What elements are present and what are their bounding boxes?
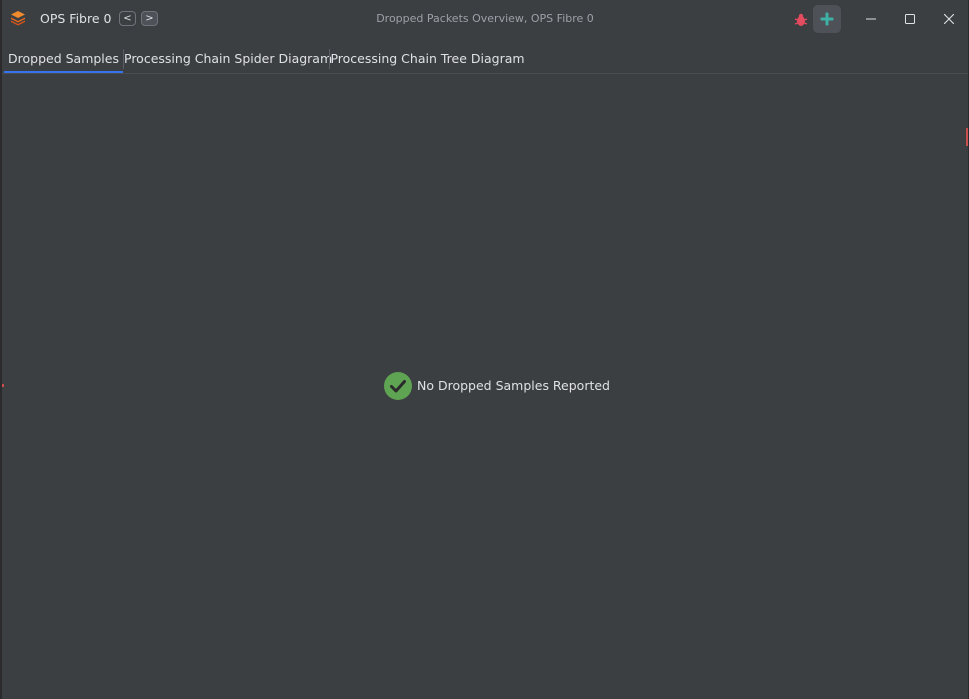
add-button[interactable] [813,5,841,33]
check-circle-icon [383,371,413,401]
title-bar[interactable]: OPS Fibre 0 < > Dropped Packets Overview… [2,0,968,38]
minimize-icon [866,18,876,20]
edge-marker [2,384,4,387]
tab-processing-chain-tree-diagram[interactable]: Processing Chain Tree Diagram [330,44,525,73]
maximize-button[interactable] [900,9,920,29]
minimize-button[interactable] [861,9,881,29]
maximize-icon [905,14,915,24]
edge-marker [966,128,968,146]
app-window: OPS Fibre 0 < > Dropped Packets Overview… [0,0,969,699]
forward-button[interactable]: > [141,11,158,26]
close-button[interactable] [939,9,959,29]
back-button[interactable]: < [119,11,136,26]
bug-icon[interactable] [794,12,808,26]
app-title: OPS Fibre 0 [40,11,112,26]
tab-processing-chain-spider-diagram[interactable]: Processing Chain Spider Diagram [124,44,332,73]
tab-dropped-samples[interactable]: Dropped Samples [4,44,123,73]
status-text: No Dropped Samples Reported [417,378,610,393]
dropped-samples-panel: No Dropped Samples Reported [2,74,968,699]
close-icon [944,14,954,24]
layers-icon [10,10,26,26]
tab-bar: Dropped Samples Processing Chain Spider … [2,44,968,74]
plus-icon [820,12,834,26]
